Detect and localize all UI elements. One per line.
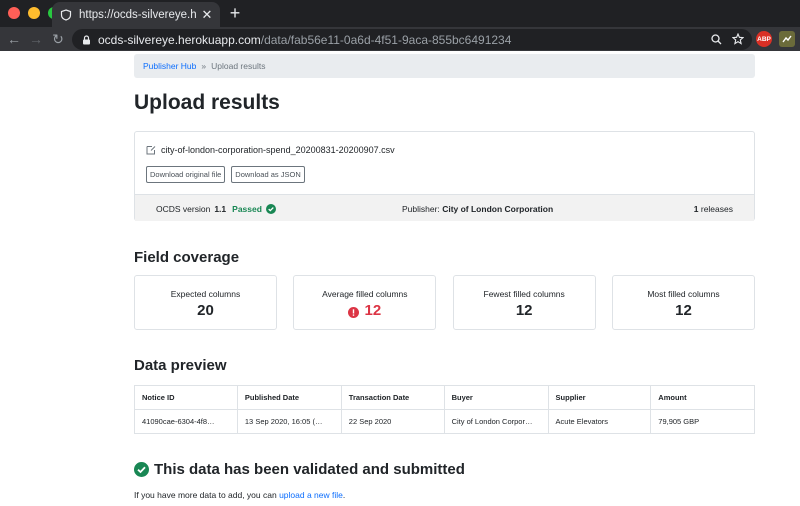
table-cell: Acute Elevators — [547, 409, 652, 434]
address-bar[interactable]: ocds-silvereye.herokuapp.com/data/fab56e… — [72, 29, 752, 50]
field-coverage-heading: Field coverage — [134, 249, 240, 266]
column-header: Buyer — [443, 385, 549, 410]
stat-label: Average filled columns — [322, 289, 408, 299]
stat-label: Fewest filled columns — [483, 289, 565, 299]
table-cell: City of London Corpor… — [443, 409, 549, 434]
browser-toolbar: ← → ↻ ocds-silvereye.herokuapp.com/data/… — [0, 27, 800, 51]
column-header: Notice ID — [134, 385, 238, 410]
reload-icon[interactable]: ↻ — [47, 31, 69, 48]
tab-title: https://ocds-silvereye.herokuap — [79, 8, 196, 21]
validation-status: Passed — [232, 204, 262, 214]
lock-icon — [82, 34, 92, 45]
stat-value: 20 — [197, 302, 214, 319]
column-header: Transaction Date — [340, 385, 445, 410]
close-tab-icon[interactable]: ✕ — [200, 7, 214, 23]
data-preview-table: Notice ID Published Date Transaction Dat… — [134, 385, 755, 434]
publisher-name: City of London Corporation — [442, 204, 554, 214]
breadcrumb-current: Upload results — [211, 61, 266, 71]
zoom-icon[interactable] — [711, 32, 722, 50]
table-cell: 41090cae-6304-4f8… — [134, 409, 238, 434]
url-path: /data/fab56e11-0a6d-4f51-9aca-855bc64912… — [260, 32, 512, 47]
stat-card-average: Average filled columns 12 — [293, 275, 437, 330]
download-json-button[interactable]: Download as JSON — [231, 166, 305, 183]
publisher-label: Publisher: — [402, 204, 440, 214]
url-host: ocds-silvereye.herokuapp.com — [98, 32, 261, 47]
new-tab-button[interactable]: + — [226, 3, 244, 24]
shield-icon — [60, 8, 72, 21]
bookmark-star-icon[interactable] — [731, 32, 745, 50]
url-text: ocds-silvereye.herokuapp.com/data/fab56e… — [98, 33, 511, 47]
validated-message: This data has been validated and submitt… — [154, 461, 465, 478]
validated-banner: This data has been validated and submitt… — [134, 461, 465, 478]
table-header-row: Notice ID Published Date Transaction Dat… — [134, 385, 755, 410]
minimize-window-button[interactable] — [28, 7, 40, 19]
stat-value: 12 — [515, 302, 533, 319]
breadcrumb: Publisher Hub » Upload results — [134, 54, 755, 78]
stat-value: 12 — [364, 302, 382, 319]
file-card: city-of-london-corporation-spend_2020083… — [134, 131, 755, 221]
browser-tab-bar: https://ocds-silvereye.herokuap ✕ + — [0, 0, 800, 27]
column-header: Published Date — [236, 385, 342, 410]
ocds-version: 1.1 — [214, 204, 227, 214]
breadcrumb-separator: » — [201, 61, 207, 71]
table-row: 41090cae-6304-4f8… 13 Sep 2020, 16:05 (…… — [134, 409, 755, 434]
check-circle-icon — [265, 204, 276, 214]
exclamation-circle-icon — [348, 305, 360, 318]
check-circle-icon — [134, 462, 149, 477]
download-original-button[interactable]: Download original file — [146, 166, 226, 183]
table-cell: 79,905 GBP — [650, 409, 755, 434]
back-arrow-icon[interactable]: ← — [3, 31, 25, 47]
stat-card-most: Most filled columns 12 — [611, 275, 755, 330]
breadcrumb-home-link[interactable]: Publisher Hub — [143, 61, 196, 71]
column-header: Amount — [650, 385, 755, 410]
file-edit-icon — [146, 145, 156, 155]
upload-more-prefix: If you have more data to add, you can — [134, 490, 277, 500]
browser-tab[interactable]: https://ocds-silvereye.herokuap ✕ — [52, 2, 220, 27]
upload-more-text: If you have more data to add, you can up… — [134, 490, 345, 500]
stat-label: Expected columns — [170, 289, 241, 299]
stat-card-fewest: Fewest filled columns 12 — [452, 275, 596, 330]
adblock-extension-icon[interactable]: ABP — [756, 31, 772, 47]
ocds-version-label: OCDS version — [156, 204, 211, 214]
table-cell: 13 Sep 2020, 16:05 (… — [236, 409, 342, 434]
stat-card-expected: Expected columns 20 — [134, 275, 277, 330]
data-preview-heading: Data preview — [134, 357, 227, 374]
upload-new-file-link[interactable]: upload a new file — [279, 490, 343, 500]
page-title: Upload results — [134, 91, 280, 114]
coverage-cards: Expected columns 20 Average filled colum… — [134, 275, 755, 330]
file-summary-bar: OCDS version 1.1 Passed Publisher: City … — [135, 194, 754, 221]
releases-count: 1 — [693, 204, 699, 214]
forward-arrow-icon[interactable]: → — [25, 31, 47, 47]
stat-label: Most filled columns — [647, 289, 720, 299]
releases-label: releases — [700, 204, 733, 214]
close-window-button[interactable] — [8, 7, 20, 19]
file-name: city-of-london-corporation-spend_2020083… — [161, 145, 395, 155]
extension-icon[interactable] — [779, 31, 795, 47]
column-header: Supplier — [547, 385, 652, 410]
stat-value: 12 — [675, 302, 692, 319]
table-cell: 22 Sep 2020 — [340, 409, 445, 434]
upload-more-suffix: . — [342, 490, 346, 500]
page-content: Publisher Hub » Upload results Upload re… — [0, 51, 800, 506]
